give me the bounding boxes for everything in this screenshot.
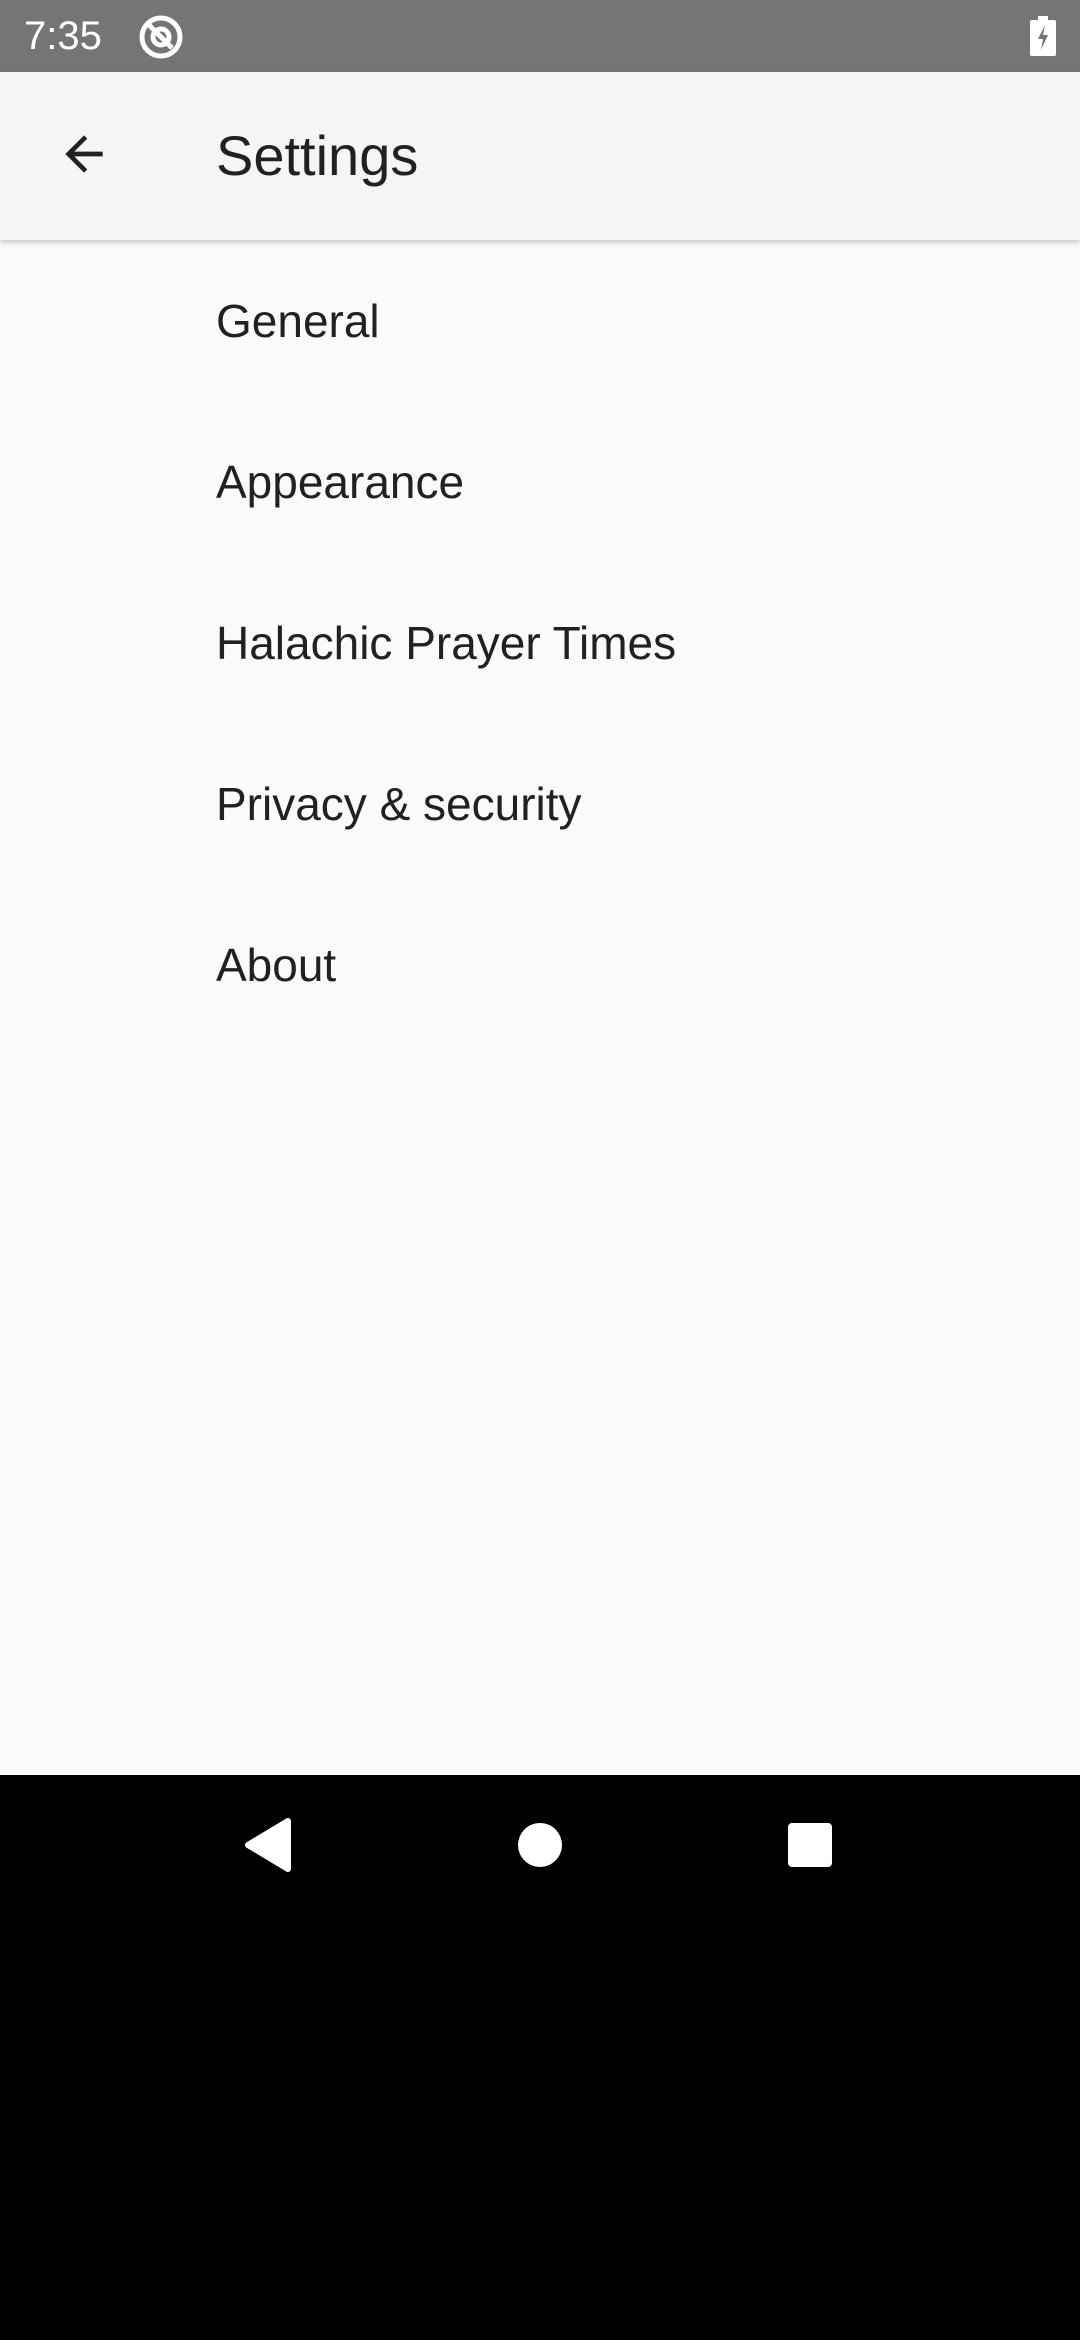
arrow-back-icon xyxy=(56,126,112,187)
settings-item-general[interactable]: General xyxy=(0,240,1080,401)
settings-item-label: Halachic Prayer Times xyxy=(216,616,677,669)
app-bar: Settings xyxy=(0,72,1080,240)
settings-item-about[interactable]: About xyxy=(0,884,1080,1045)
nav-recents-square-icon xyxy=(787,1822,833,1873)
nav-back-button[interactable] xyxy=(218,1797,318,1897)
status-time: 7:35 xyxy=(24,14,102,58)
navigation-bar xyxy=(0,1775,1080,1920)
back-button[interactable] xyxy=(36,108,132,204)
settings-item-label: About xyxy=(216,938,337,991)
settings-item-privacy-security[interactable]: Privacy & security xyxy=(0,723,1080,884)
settings-list: General Appearance Halachic Prayer Times… xyxy=(0,240,1080,1045)
page-title: Settings xyxy=(216,124,419,187)
nav-home-button[interactable] xyxy=(490,1797,590,1897)
settings-item-label: Appearance xyxy=(216,455,465,508)
settings-item-appearance[interactable]: Appearance xyxy=(0,401,1080,562)
screen: 7:35 Settings General Appearance Halachi… xyxy=(0,0,1080,2340)
nav-recents-button[interactable] xyxy=(760,1797,860,1897)
nav-back-triangle-icon xyxy=(242,1817,294,1878)
status-bar: 7:35 xyxy=(0,0,1080,72)
nav-home-circle-icon xyxy=(516,1821,564,1874)
settings-item-halachic-prayer-times[interactable]: Halachic Prayer Times xyxy=(0,562,1080,723)
settings-item-label: Privacy & security xyxy=(216,777,582,830)
settings-item-label: General xyxy=(216,294,380,347)
at-sign-circle-icon xyxy=(138,14,184,60)
settings-content: General Appearance Halachic Prayer Times… xyxy=(0,240,1080,1775)
battery-charging-icon xyxy=(1030,16,1056,56)
